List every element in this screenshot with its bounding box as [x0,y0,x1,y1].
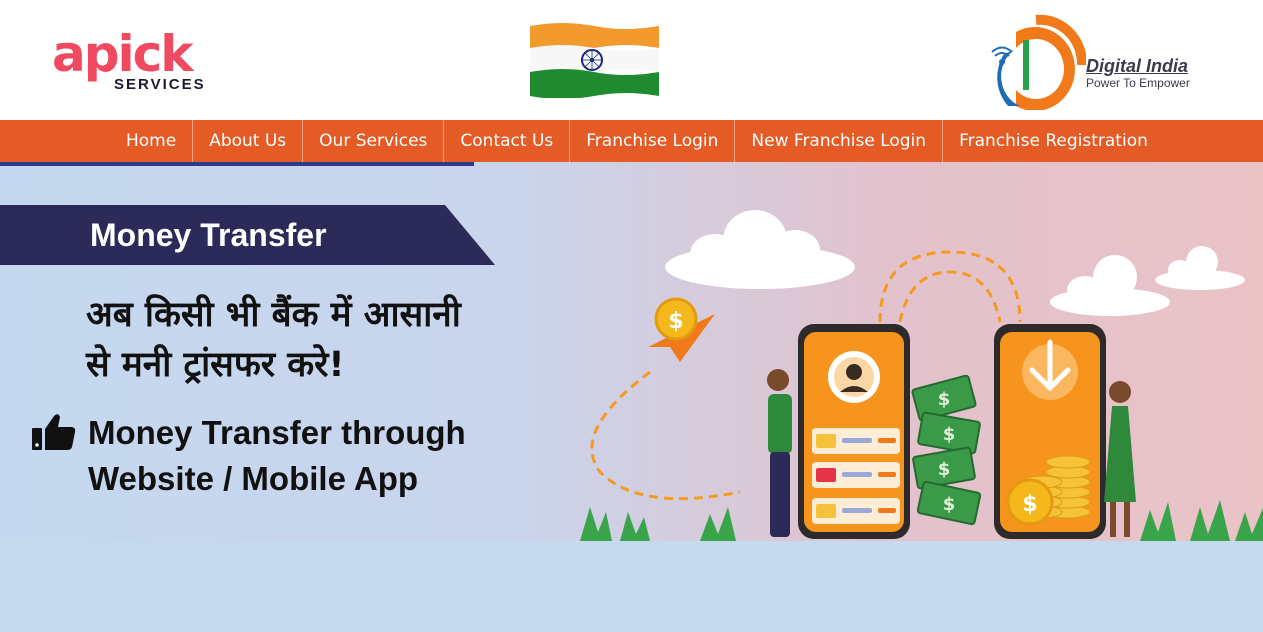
svg-text:$: $ [668,309,683,334]
hindi-line-2: से मनी ट्रांसफर करे! [86,345,345,385]
feature-text: Money Transfer through Website / Mobile … [88,410,466,502]
cloud-icon [665,210,855,289]
dollar-coin-icon: $ [654,297,698,341]
cloud-icon [1050,255,1170,316]
hindi-tagline: अब किसी भी बैंक में आसानी से मनी ट्रांसफ… [86,290,566,390]
nav-item-home[interactable]: Home [110,120,194,162]
india-flag-icon [530,23,659,98]
banner-ribbon: Money Transfer [0,205,495,265]
nav-item-our-services[interactable]: Our Services [303,120,445,162]
nav-item-franchise-login[interactable]: Franchise Login [570,120,736,162]
money-transfer-illustration: $ $ $ $ $ $ [580,210,1263,541]
svg-text:$: $ [943,424,956,445]
ribbon-title: Money Transfer [90,217,327,253]
nav-item-franchise-registration[interactable]: Franchise Registration [943,120,1164,162]
svg-text:$: $ [1022,492,1037,517]
site-header: apick SERVICES Digital India Power To Em… [0,0,1263,120]
svg-text:$: $ [938,389,951,410]
cloud-icon [1155,246,1245,290]
apick-logo[interactable]: apick SERVICES [52,26,212,96]
nav-item-contact-us[interactable]: Contact Us [444,120,571,162]
svg-text:$: $ [943,494,956,515]
hero-banner: Money Transfer अब किसी भी बैंक में आसानी… [0,162,1263,541]
nav-item-new-franchise-login[interactable]: New Franchise Login [735,120,944,162]
logo-mark: apick [52,25,194,83]
thumbs-up-icon [32,414,76,450]
svg-text:$: $ [938,459,951,480]
feature-line-1: Money Transfer through [88,414,466,451]
feature-line-2: Website / Mobile App [88,460,419,497]
dollar-coin-icon: $ [1006,478,1054,526]
digital-india-logo: Digital India Power To Empower [986,10,1216,110]
nav-items: Home About Us Our Services Contact Us Fr… [110,120,1164,162]
nav-active-underline [0,162,474,166]
nav-item-about-us[interactable]: About Us [193,120,304,162]
main-nav: Home About Us Our Services Contact Us Fr… [0,120,1263,162]
digital-india-tagline: Power To Empower [1086,76,1190,90]
logo-subtitle: SERVICES [114,76,206,93]
digital-india-icon [991,14,1086,110]
user-avatar-icon [828,351,880,403]
hindi-line-1: अब किसी भी बैंक में आसानी [86,295,461,335]
digital-india-title: Digital India [1086,56,1189,76]
